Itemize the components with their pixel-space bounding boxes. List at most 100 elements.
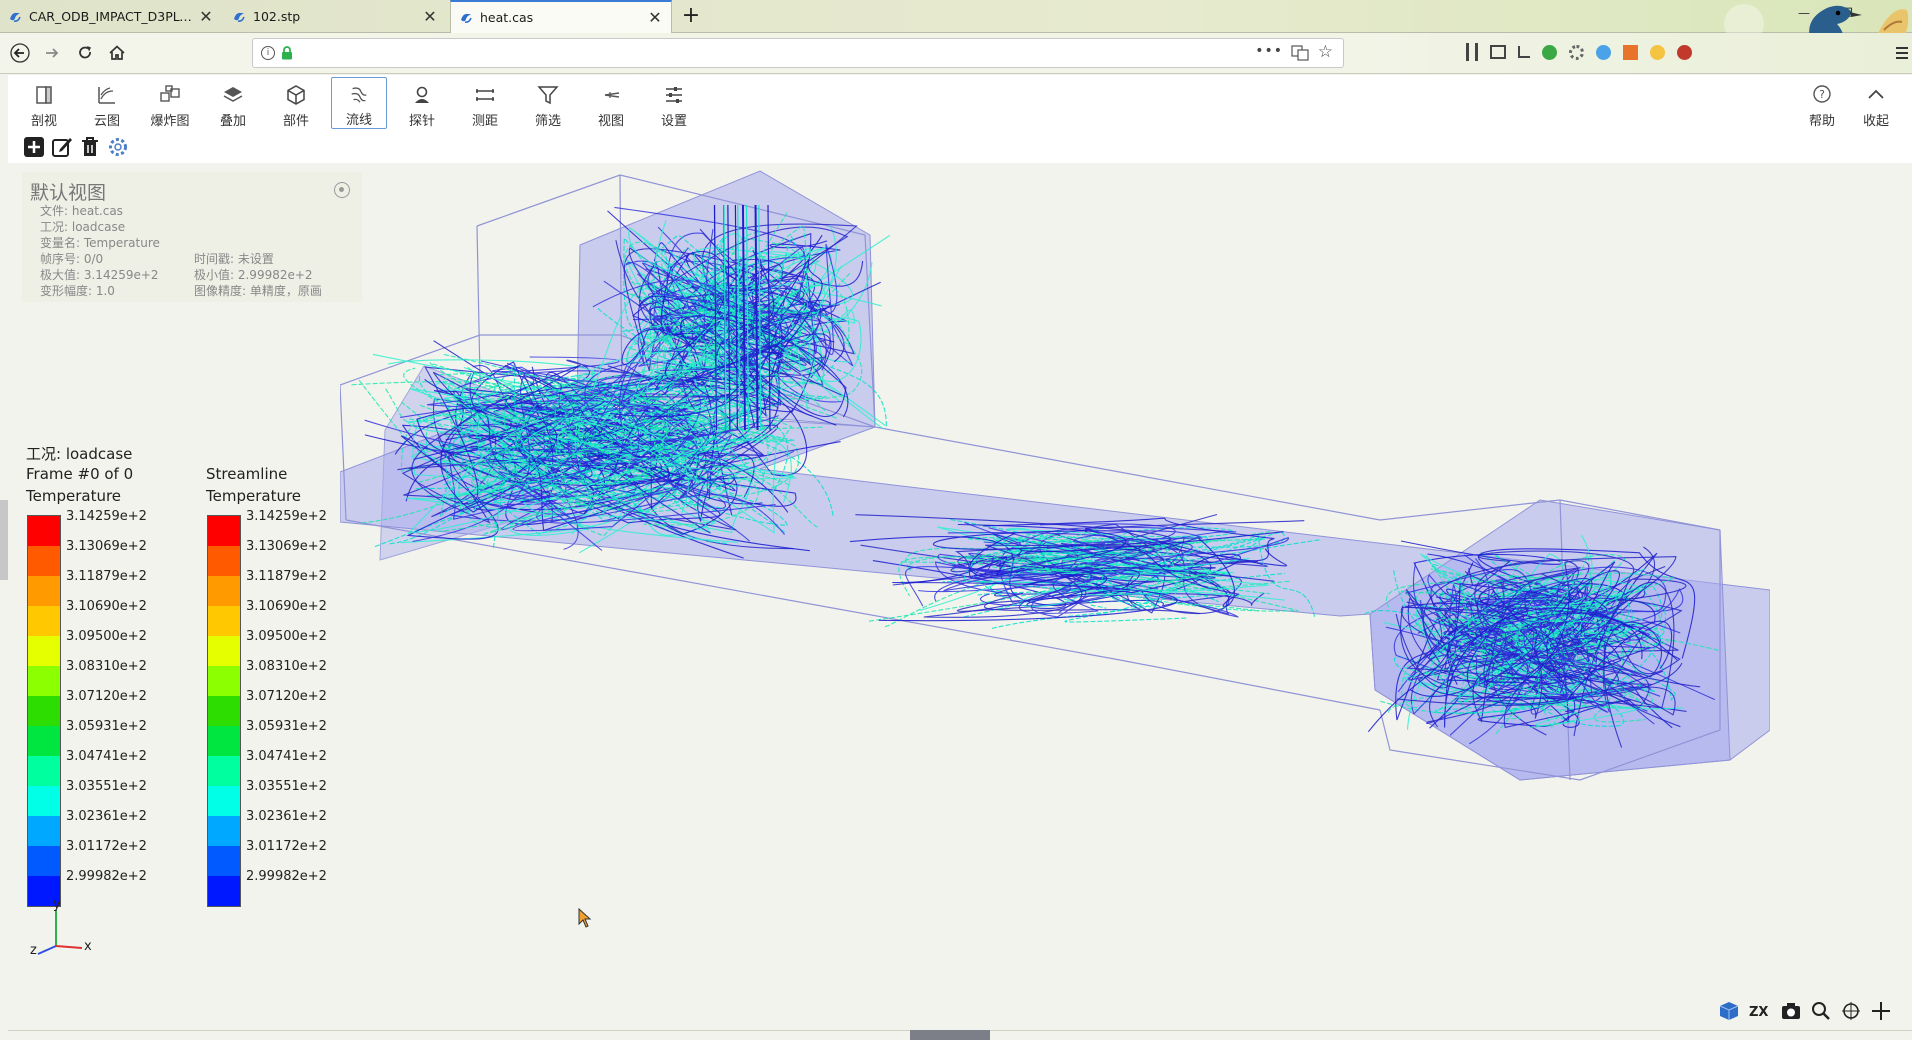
extension-emoji-icon[interactable] xyxy=(1650,44,1665,60)
tab-title: 102.stp xyxy=(253,9,301,24)
tool-streamline[interactable]: 流线 xyxy=(331,77,387,129)
sidebar-icon[interactable] xyxy=(1490,45,1506,59)
streamline-icon xyxy=(351,87,367,103)
browser-tab-heat-cas[interactable]: heat.cas ✕ xyxy=(450,0,672,33)
delete-view-icon[interactable] xyxy=(78,135,102,159)
explode-icon xyxy=(160,85,180,102)
reload-button[interactable] xyxy=(73,41,97,65)
home-button[interactable] xyxy=(105,41,129,65)
tab-close-icon[interactable]: ✕ xyxy=(422,7,438,26)
help-button[interactable]: ? 帮助 xyxy=(1794,77,1850,129)
home-icon xyxy=(109,45,125,60)
bottom-panel-handle[interactable] xyxy=(910,1030,990,1040)
address-bar[interactable]: i ••• ☆ xyxy=(252,38,1344,68)
tool-filter[interactable]: 筛选 xyxy=(520,77,576,129)
model-3d-viewport[interactable] xyxy=(340,130,1770,830)
new-tab-button[interactable]: + xyxy=(678,3,704,28)
streamline-legend-variable: Temperature xyxy=(206,487,302,505)
legend-swatch xyxy=(208,846,240,876)
axis-z-label: z xyxy=(30,943,37,958)
tool-settings[interactable]: 设置 xyxy=(646,77,702,129)
variable-info: 变量名: Temperature xyxy=(40,236,160,250)
rotate-icon[interactable] xyxy=(1840,1000,1862,1022)
legend-tick-label: 3.10690e+2 xyxy=(66,599,147,614)
page-actions-icon[interactable]: ••• xyxy=(1255,43,1283,59)
menu-button[interactable] xyxy=(1890,41,1912,65)
tool-label: 测距 xyxy=(471,114,498,129)
view-cube-icon[interactable] xyxy=(1718,1000,1740,1022)
legend-tick-label: 3.08310e+2 xyxy=(246,659,327,674)
tool-label: 设置 xyxy=(660,114,687,129)
screenshot-crop-icon[interactable] xyxy=(1518,46,1530,58)
legend-loadcase: 工况: loadcase xyxy=(26,445,133,463)
legend-tick-label: 3.03551e+2 xyxy=(246,779,327,794)
legend-tick-label: 3.04741e+2 xyxy=(66,749,147,764)
extension-bubble-icon[interactable] xyxy=(1596,44,1611,60)
tab-title: CAR_ODB_IMPACT_D3PLOT xyxy=(29,9,192,24)
camera-snapshot-icon[interactable] xyxy=(1780,1000,1802,1022)
library-icon[interactable] xyxy=(1466,43,1478,61)
legend-swatch xyxy=(28,636,60,666)
legend-swatch xyxy=(208,666,240,696)
zoom-icon[interactable] xyxy=(1810,1000,1832,1022)
site-info-icon[interactable]: i xyxy=(261,46,275,60)
legend-tick-label: 3.09500e+2 xyxy=(246,629,327,644)
help-label: 帮助 xyxy=(1808,114,1835,129)
legend-swatch xyxy=(208,606,240,636)
tool-label: 剖视 xyxy=(30,114,57,129)
app-favicon-icon xyxy=(10,12,21,22)
extension-green-icon[interactable] xyxy=(1542,44,1557,60)
translate-icon[interactable] xyxy=(1291,45,1309,61)
svg-text:ZX: ZX xyxy=(1749,1005,1768,1020)
contour-icon xyxy=(98,87,115,104)
legend-tick-label: 3.11879e+2 xyxy=(66,569,147,584)
legend-swatch xyxy=(208,726,240,756)
back-button[interactable] xyxy=(8,41,32,65)
tool-view[interactable]: 视图 xyxy=(583,77,639,129)
browser-tab-102-stp[interactable]: 102.stp ✕ xyxy=(224,0,446,33)
view-icon xyxy=(604,92,620,98)
tool-section[interactable]: 剖视 xyxy=(16,77,72,129)
extension-ai-icon[interactable] xyxy=(1623,44,1638,60)
extension-red-icon[interactable] xyxy=(1677,44,1692,60)
back-arrow-icon xyxy=(10,43,30,63)
legend-tick-label: 3.07120e+2 xyxy=(246,689,327,704)
legend-tick-label: 3.07120e+2 xyxy=(66,689,147,704)
legend-tick-label: 3.08310e+2 xyxy=(66,659,147,674)
streamline-legend-title: Streamline xyxy=(206,465,288,483)
extension-gear-icon[interactable] xyxy=(1569,44,1584,60)
tab-close-icon[interactable]: ✕ xyxy=(647,8,663,27)
pan-icon[interactable] xyxy=(1870,1000,1892,1022)
tool-label: 视图 xyxy=(597,114,624,129)
legend-swatch xyxy=(28,546,60,576)
legend-swatch xyxy=(208,576,240,606)
tool-overlay[interactable]: 叠加 xyxy=(205,77,261,129)
legend-tick-label: 3.04741e+2 xyxy=(246,749,327,764)
legend-tick-label: 3.13069e+2 xyxy=(66,539,147,554)
legend-swatch xyxy=(208,696,240,726)
bookmark-star-icon[interactable]: ☆ xyxy=(1318,42,1333,62)
help-icon: ? xyxy=(1813,85,1831,103)
file-info: 文件: heat.cas xyxy=(40,204,123,218)
view-settings-gear-icon[interactable] xyxy=(106,135,130,159)
add-view-icon[interactable] xyxy=(22,135,46,159)
legend-tick-label: 3.05931e+2 xyxy=(246,719,327,734)
legend-tick-label: 3.11879e+2 xyxy=(246,569,327,584)
tool-probe[interactable]: 探针 xyxy=(394,77,450,129)
restore-window-icon[interactable]: ❐ xyxy=(1842,6,1853,20)
tool-parts[interactable]: 部件 xyxy=(268,77,324,129)
browser-extension-toolbar xyxy=(1466,43,1692,61)
tool-measure[interactable]: 测距 xyxy=(457,77,513,129)
minimize-window-icon[interactable]: — xyxy=(1798,6,1810,20)
tab-close-icon[interactable]: ✕ xyxy=(198,7,214,26)
viewport-bottom-tools: ZX xyxy=(1718,1000,1892,1022)
axis-x-label: x xyxy=(84,939,92,954)
zx-axis-icon[interactable]: ZX xyxy=(1748,1000,1772,1022)
browser-tab-car-odb[interactable]: CAR_ODB_IMPACT_D3PLOT ✕ xyxy=(0,0,222,33)
tool-contour[interactable]: 云图 xyxy=(79,77,135,129)
tool-explode[interactable]: 爆炸图 xyxy=(142,77,198,129)
edit-view-icon[interactable] xyxy=(50,135,74,159)
left-panel-handle[interactable] xyxy=(0,500,8,580)
forward-button[interactable] xyxy=(40,41,64,65)
collapse-toolbar-button[interactable]: 收起 xyxy=(1848,77,1904,129)
